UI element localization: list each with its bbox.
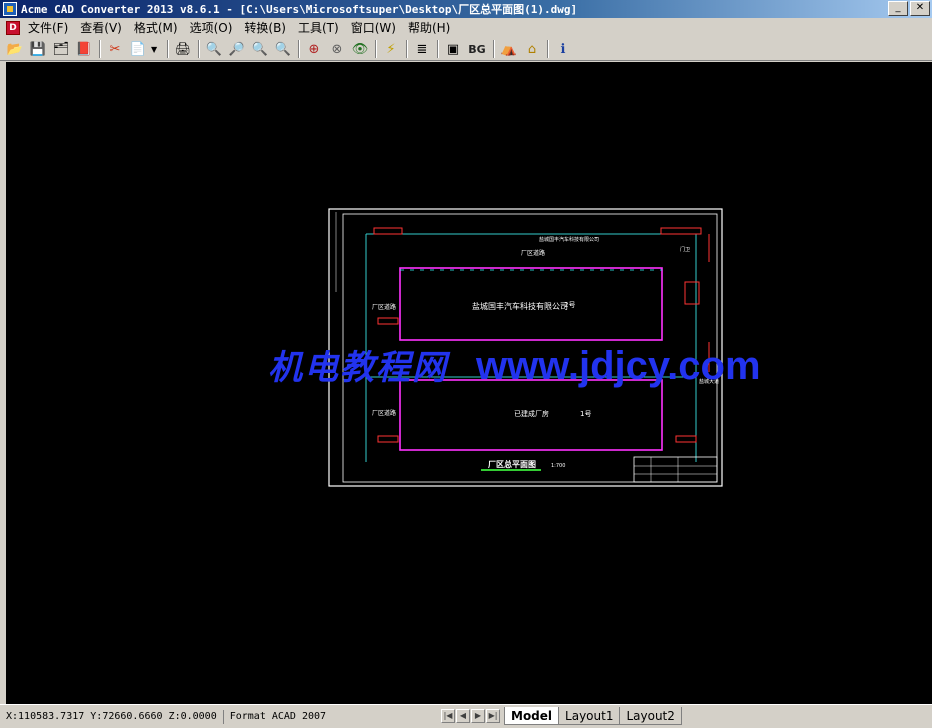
toolbar-separator bbox=[167, 40, 169, 58]
info-icon[interactable]: ℹ bbox=[553, 39, 573, 59]
menu-file[interactable]: 文件(F) bbox=[24, 18, 76, 38]
drawing-main-building-label: 盐城国丰汽车科技有限公司 bbox=[472, 302, 568, 311]
convert-icon[interactable]: ✂ bbox=[105, 39, 125, 59]
save-icon[interactable]: 💾 bbox=[28, 39, 48, 59]
layout-navigation: |◀ ◀ ▶ ▶| bbox=[441, 709, 500, 723]
toolbar-separator bbox=[298, 40, 300, 58]
toolbar-separator bbox=[198, 40, 200, 58]
tab-model[interactable]: Model bbox=[504, 707, 560, 725]
menu-view[interactable]: 查看(V) bbox=[76, 18, 130, 38]
window-controls: _ ✕ bbox=[888, 1, 930, 16]
pan-icon[interactable]: ⊗ bbox=[327, 39, 347, 59]
acme-cad-window: Acme CAD Converter 2013 v8.6.1 - [C:\Use… bbox=[0, 0, 932, 728]
marker bbox=[377, 435, 399, 443]
toolbar-separator bbox=[493, 40, 495, 58]
drawing-lower-building-label: 已建成厂房 bbox=[514, 410, 549, 418]
window-title: Acme CAD Converter 2013 v8.6.1 - [C:\Use… bbox=[21, 3, 578, 16]
zoom-in-icon[interactable]: 🔍 bbox=[204, 39, 224, 59]
close-button[interactable]: ✕ bbox=[910, 1, 930, 16]
menu-convert[interactable]: 转换(B) bbox=[240, 18, 294, 38]
layout-tabs: Model Layout1 Layout2 bbox=[504, 707, 682, 725]
toolbar-separator bbox=[375, 40, 377, 58]
batch-icon[interactable]: 📄 bbox=[128, 39, 148, 59]
chevron-down-icon[interactable]: ▼ bbox=[151, 45, 159, 54]
export-icon[interactable]: 📕 bbox=[74, 39, 94, 59]
last-layout-button[interactable]: ▶| bbox=[486, 709, 500, 723]
tab-layout2[interactable]: Layout2 bbox=[619, 707, 682, 725]
menu-bar: D 文件(F) 查看(V) 格式(M) 选项(O) 转换(B) 工具(T) 窗口… bbox=[0, 18, 932, 38]
properties-icon[interactable]: ▣ bbox=[443, 39, 463, 59]
view-icon[interactable]: 👁 bbox=[350, 39, 370, 59]
document-icon[interactable]: D bbox=[6, 21, 20, 35]
menu-window[interactable]: 窗口(W) bbox=[347, 18, 404, 38]
lightning-icon[interactable]: ⚡ bbox=[381, 39, 401, 59]
drawing-main-building-no: 2号 bbox=[564, 301, 576, 309]
zoom-out-icon[interactable]: 🔎 bbox=[227, 39, 247, 59]
menu-tools[interactable]: 工具(T) bbox=[294, 18, 347, 38]
menu-options[interactable]: 选项(O) bbox=[186, 18, 241, 38]
drawing-company-top: 盐城国丰汽车科技有限公司 bbox=[539, 237, 600, 243]
marker bbox=[675, 435, 697, 443]
drawing-road-left-2: 厂区道路 bbox=[372, 410, 397, 417]
web-icon[interactable]: ⛺ bbox=[499, 39, 519, 59]
drawing-road-left-1: 厂区道路 bbox=[372, 304, 397, 311]
marker bbox=[660, 227, 702, 235]
drawing-plan-title: 厂区总平面图 bbox=[488, 460, 536, 469]
toolbar-separator bbox=[547, 40, 549, 58]
home-icon[interactable]: ⌂ bbox=[522, 39, 542, 59]
save-all-icon[interactable]: 🗂 bbox=[51, 39, 71, 59]
watermark: 机电教程网 www.jdjcy.com bbox=[268, 340, 761, 389]
title-block bbox=[633, 456, 718, 483]
watermark-cn: 机电教程网 bbox=[268, 348, 448, 388]
status-bar: X:110583.7317 Y:72660.6660 Z:0.0000 Form… bbox=[0, 704, 932, 728]
toolbar-separator bbox=[437, 40, 439, 58]
menu-help[interactable]: 帮助(H) bbox=[404, 18, 458, 38]
app-icon[interactable] bbox=[3, 2, 17, 16]
marker bbox=[377, 317, 399, 325]
print-icon[interactable]: 🖨 bbox=[173, 39, 193, 59]
next-layout-button[interactable]: ▶ bbox=[471, 709, 485, 723]
prev-layout-button[interactable]: ◀ bbox=[456, 709, 470, 723]
marker bbox=[684, 281, 700, 305]
title-bar: Acme CAD Converter 2013 v8.6.1 - [C:\Use… bbox=[0, 0, 932, 18]
background-button[interactable]: BG bbox=[466, 39, 488, 59]
toolbar: 📂 💾 🗂 📕 ✂ 📄 ▼ 🖨 🔍 🔎 🔍 🔍 ⊕ ⊗ 👁 ⚡ ≣ ▣ BG ⛺… bbox=[0, 38, 932, 61]
zoom-extents-icon[interactable]: 🔍 bbox=[273, 39, 293, 59]
drawing-scale: 1:700 bbox=[551, 463, 566, 469]
toolbar-separator bbox=[406, 40, 408, 58]
toolbar-separator bbox=[99, 40, 101, 58]
status-coords: X:110583.7317 Y:72660.6660 Z:0.0000 bbox=[6, 711, 217, 722]
zoom-window-icon[interactable]: 🔍 bbox=[250, 39, 270, 59]
drawing-gate-label: 门卫 bbox=[680, 247, 691, 253]
tab-layout1[interactable]: Layout1 bbox=[558, 707, 621, 725]
layers-icon[interactable]: ≣ bbox=[412, 39, 432, 59]
watermark-url: www.jdjcy.com bbox=[476, 344, 761, 388]
drawing-lower-building-no: 1号 bbox=[580, 410, 592, 418]
first-layout-button[interactable]: |◀ bbox=[441, 709, 455, 723]
status-separator bbox=[222, 709, 224, 724]
drawing-area-1: 厂区道路 bbox=[521, 250, 546, 257]
status-format: Format ACAD 2007 bbox=[229, 711, 327, 722]
open-icon[interactable]: 📂 bbox=[5, 39, 25, 59]
menu-format[interactable]: 格式(M) bbox=[130, 18, 186, 38]
minimize-button[interactable]: _ bbox=[888, 1, 908, 16]
zoom-realtime-icon[interactable]: ⊕ bbox=[304, 39, 324, 59]
marker bbox=[373, 227, 403, 235]
